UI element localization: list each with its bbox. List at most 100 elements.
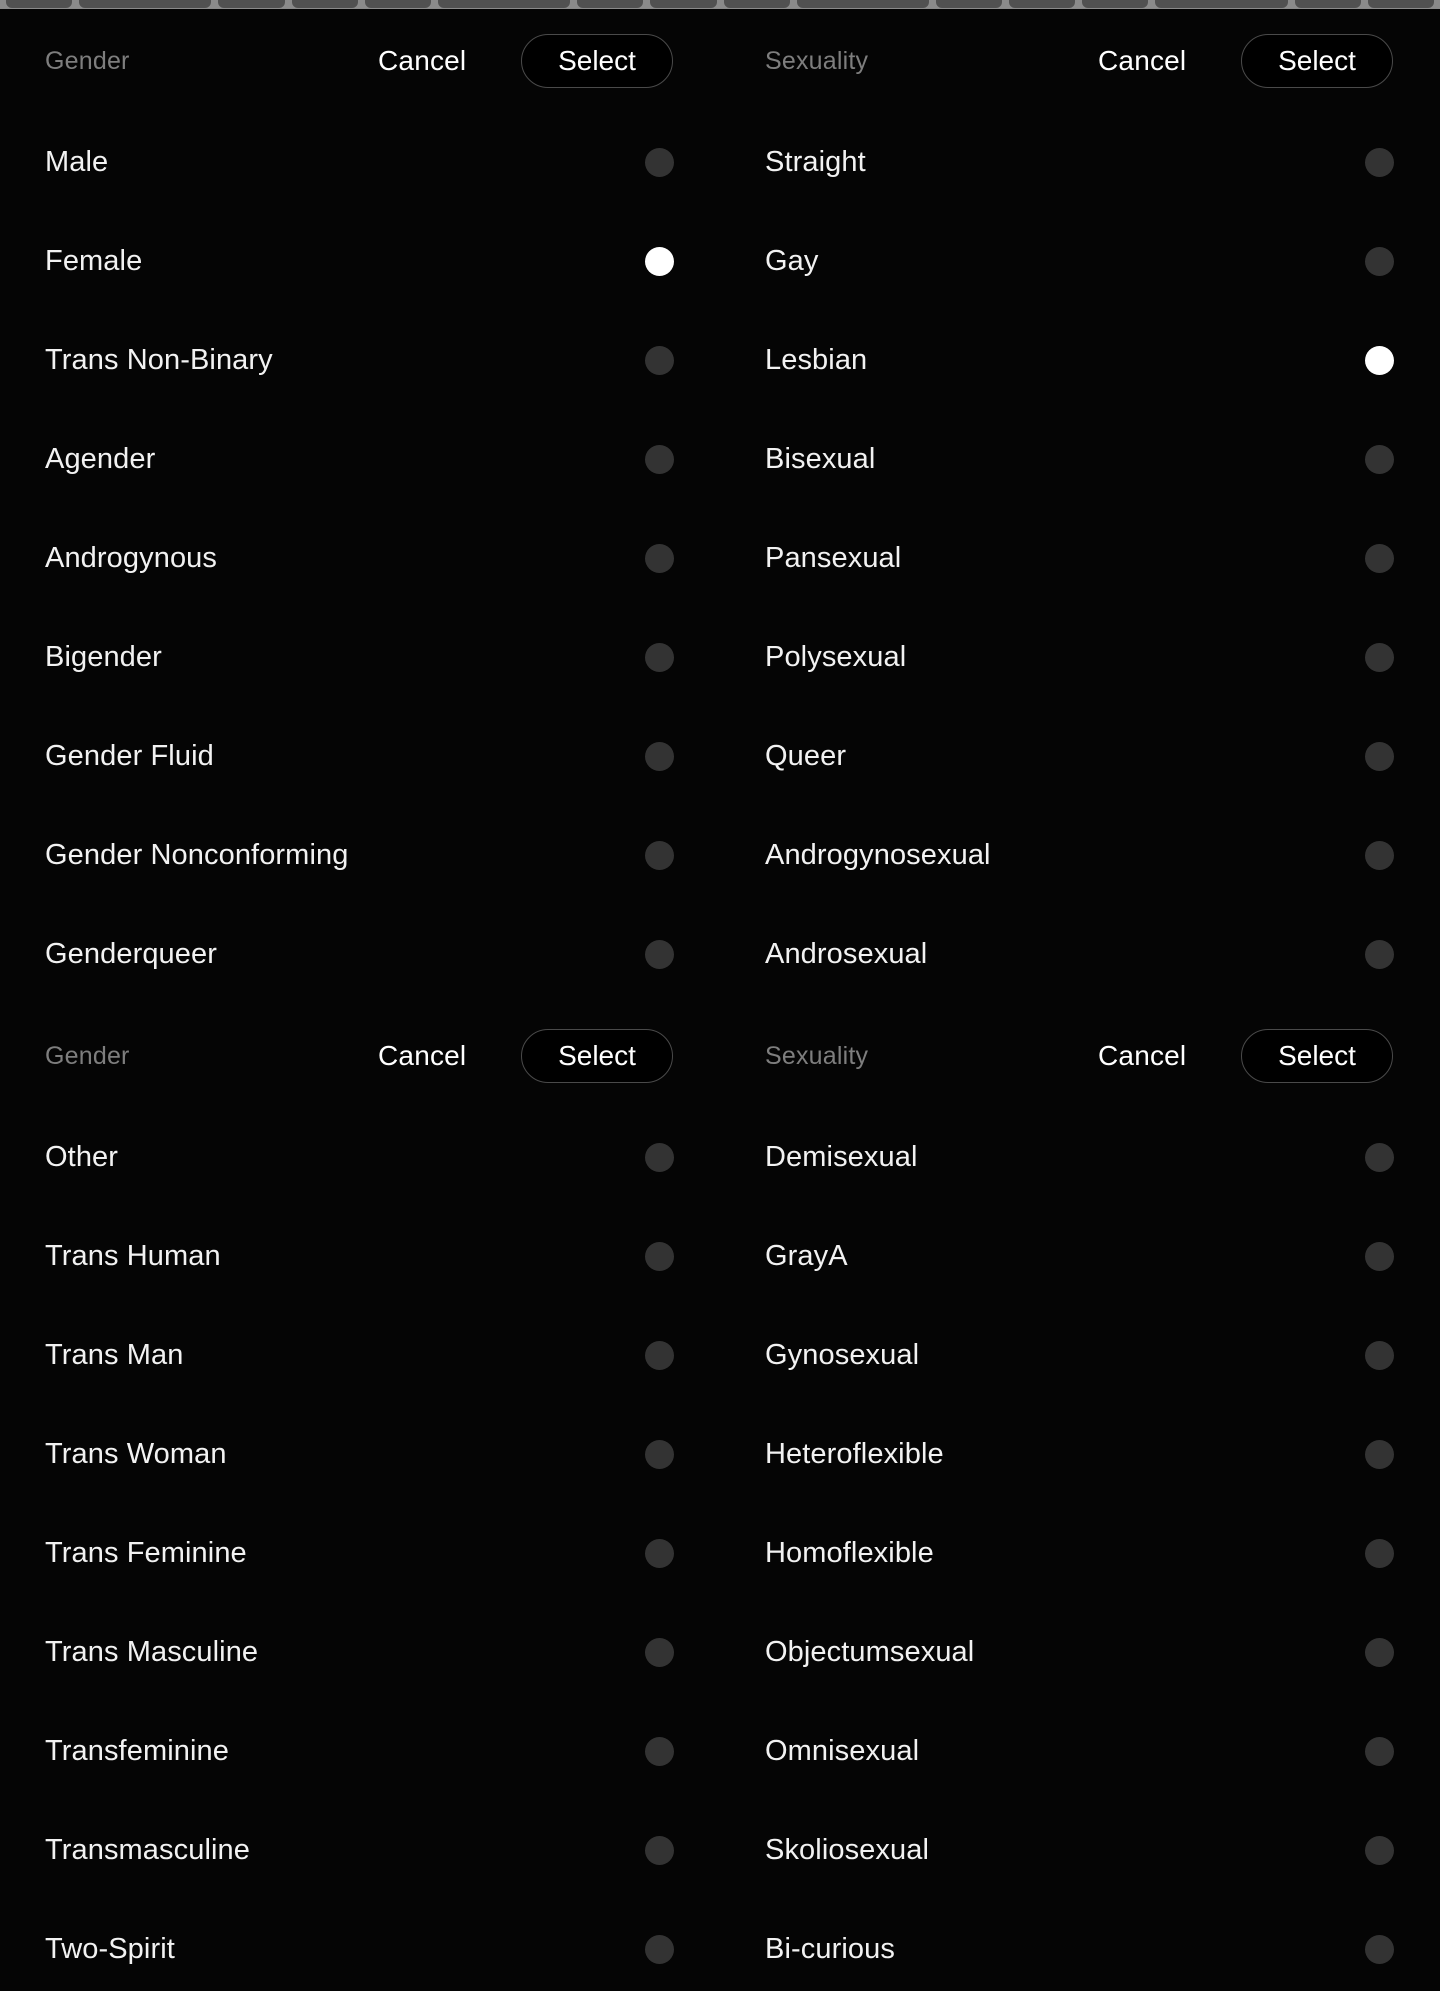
gender-option-row[interactable]: Trans Man: [0, 1306, 720, 1405]
sexuality-select-button[interactable]: Select: [1241, 1029, 1393, 1083]
gender-header: Gender Cancel Select: [0, 1004, 720, 1108]
gender-radio-button[interactable]: [645, 643, 674, 672]
sexuality-radio-button[interactable]: [1365, 346, 1394, 375]
sexuality-radio-button[interactable]: [1365, 1440, 1394, 1469]
sexuality-radio-button[interactable]: [1365, 643, 1394, 672]
sexuality-radio-button[interactable]: [1365, 841, 1394, 870]
sexuality-option-row[interactable]: Skoliosexual: [720, 1801, 1440, 1900]
sexuality-option-row[interactable]: GrayA: [720, 1207, 1440, 1306]
gender-radio-button[interactable]: [645, 1836, 674, 1865]
gender-option-label: Transfeminine: [45, 1735, 229, 1767]
gender-cancel-button[interactable]: Cancel: [378, 45, 466, 77]
gender-radio-button[interactable]: [645, 1638, 674, 1667]
gender-option-row[interactable]: Two-Spirit: [0, 1900, 720, 1991]
gender-radio-button[interactable]: [645, 1341, 674, 1370]
sexuality-radio-button[interactable]: [1365, 1638, 1394, 1667]
gender-radio-button[interactable]: [645, 346, 674, 375]
option-row: Female Gay: [0, 212, 1440, 311]
sexuality-option-row[interactable]: Bisexual: [720, 410, 1440, 509]
sexuality-radio-button[interactable]: [1365, 1143, 1394, 1172]
gender-select-button[interactable]: Select: [521, 34, 673, 88]
gender-option-row[interactable]: Gender Fluid: [0, 707, 720, 806]
option-row: Genderqueer Androsexual: [0, 905, 1440, 1004]
sexuality-option-label: Straight: [765, 146, 866, 178]
sexuality-radio-button[interactable]: [1365, 247, 1394, 276]
gender-option-label: Trans Man: [45, 1339, 184, 1371]
sexuality-option-row[interactable]: Omnisexual: [720, 1702, 1440, 1801]
gender-header-label: Gender: [45, 1041, 130, 1070]
gender-option-row[interactable]: Trans Woman: [0, 1405, 720, 1504]
sexuality-option-row[interactable]: Pansexual: [720, 509, 1440, 608]
gender-radio-button[interactable]: [645, 1242, 674, 1271]
gender-select-button[interactable]: Select: [521, 1029, 673, 1083]
gender-option-label: Transmasculine: [45, 1834, 251, 1866]
sexuality-cancel-button[interactable]: Cancel: [1098, 1040, 1186, 1072]
sexuality-radio-button[interactable]: [1365, 1539, 1394, 1568]
sexuality-radio-button[interactable]: [1365, 544, 1394, 573]
gender-option-row[interactable]: Trans Feminine: [0, 1504, 720, 1603]
sexuality-radio-button[interactable]: [1365, 1737, 1394, 1766]
gender-option-row[interactable]: Trans Masculine: [0, 1603, 720, 1702]
sexuality-option-row[interactable]: Gynosexual: [720, 1306, 1440, 1405]
gender-cancel-button[interactable]: Cancel: [378, 1040, 466, 1072]
sexuality-option-label: Polysexual: [765, 641, 907, 673]
option-row: Trans Woman Heteroflexible: [0, 1405, 1440, 1504]
sexuality-radio-button[interactable]: [1365, 1341, 1394, 1370]
sexuality-option-row[interactable]: Bi-curious: [720, 1900, 1440, 1991]
gender-option-label: Trans Non-Binary: [45, 344, 273, 376]
gender-radio-button[interactable]: [645, 445, 674, 474]
option-row: Gender Nonconforming Androgynosexual: [0, 806, 1440, 905]
gender-radio-button[interactable]: [645, 148, 674, 177]
gender-radio-button[interactable]: [645, 742, 674, 771]
sexuality-option-row[interactable]: Heteroflexible: [720, 1405, 1440, 1504]
sexuality-radio-button[interactable]: [1365, 148, 1394, 177]
sexuality-option-row[interactable]: Androgynosexual: [720, 806, 1440, 905]
sexuality-radio-button[interactable]: [1365, 742, 1394, 771]
gender-option-row[interactable]: Androgynous: [0, 509, 720, 608]
sexuality-option-row[interactable]: Lesbian: [720, 311, 1440, 410]
gender-radio-button[interactable]: [645, 1143, 674, 1172]
gender-option-row[interactable]: Transmasculine: [0, 1801, 720, 1900]
sexuality-option-row[interactable]: Homoflexible: [720, 1504, 1440, 1603]
sexuality-option-row[interactable]: Queer: [720, 707, 1440, 806]
gender-radio-button[interactable]: [645, 247, 674, 276]
sexuality-radio-button[interactable]: [1365, 445, 1394, 474]
keyboard-key: [1294, 0, 1361, 8]
gender-option-row[interactable]: Genderqueer: [0, 905, 720, 1004]
gender-option-row[interactable]: Other: [0, 1108, 720, 1207]
gender-radio-button[interactable]: [645, 544, 674, 573]
gender-radio-button[interactable]: [645, 940, 674, 969]
sexuality-option-label: Homoflexible: [765, 1537, 934, 1569]
sexuality-radio-button[interactable]: [1365, 1836, 1394, 1865]
sexuality-option-row[interactable]: Straight: [720, 113, 1440, 212]
gender-radio-button[interactable]: [645, 1440, 674, 1469]
gender-radio-button[interactable]: [645, 1935, 674, 1964]
option-row: Trans Feminine Homoflexible: [0, 1504, 1440, 1603]
sexuality-option-row[interactable]: Gay: [720, 212, 1440, 311]
gender-option-row[interactable]: Gender Nonconforming: [0, 806, 720, 905]
gender-option-row[interactable]: Male: [0, 113, 720, 212]
sexuality-option-row[interactable]: Androsexual: [720, 905, 1440, 1004]
sexuality-radio-button[interactable]: [1365, 940, 1394, 969]
sexuality-option-row[interactable]: Demisexual: [720, 1108, 1440, 1207]
gender-option-row[interactable]: Agender: [0, 410, 720, 509]
gender-option-row[interactable]: Trans Non-Binary: [0, 311, 720, 410]
gender-radio-button[interactable]: [645, 1539, 674, 1568]
sexuality-option-row[interactable]: Objectumsexual: [720, 1603, 1440, 1702]
sexuality-radio-button[interactable]: [1365, 1935, 1394, 1964]
sexuality-radio-button[interactable]: [1365, 1242, 1394, 1271]
sexuality-select-button[interactable]: Select: [1241, 34, 1393, 88]
sexuality-option-label: Pansexual: [765, 542, 902, 574]
gender-option-label: Gender Nonconforming: [45, 839, 349, 871]
sexuality-option-row[interactable]: Polysexual: [720, 608, 1440, 707]
gender-option-row[interactable]: Transfeminine: [0, 1702, 720, 1801]
gender-option-row[interactable]: Bigender: [0, 608, 720, 707]
gender-radio-button[interactable]: [645, 841, 674, 870]
gender-option-row[interactable]: Female: [0, 212, 720, 311]
sexuality-cancel-button[interactable]: Cancel: [1098, 45, 1186, 77]
sexuality-option-label: Omnisexual: [765, 1735, 920, 1767]
header-bar-bottom: Gender Cancel Select Sexuality Cancel Se…: [0, 1004, 1440, 1108]
sexuality-option-label: Skoliosexual: [765, 1834, 930, 1866]
gender-radio-button[interactable]: [645, 1737, 674, 1766]
gender-option-row[interactable]: Trans Human: [0, 1207, 720, 1306]
